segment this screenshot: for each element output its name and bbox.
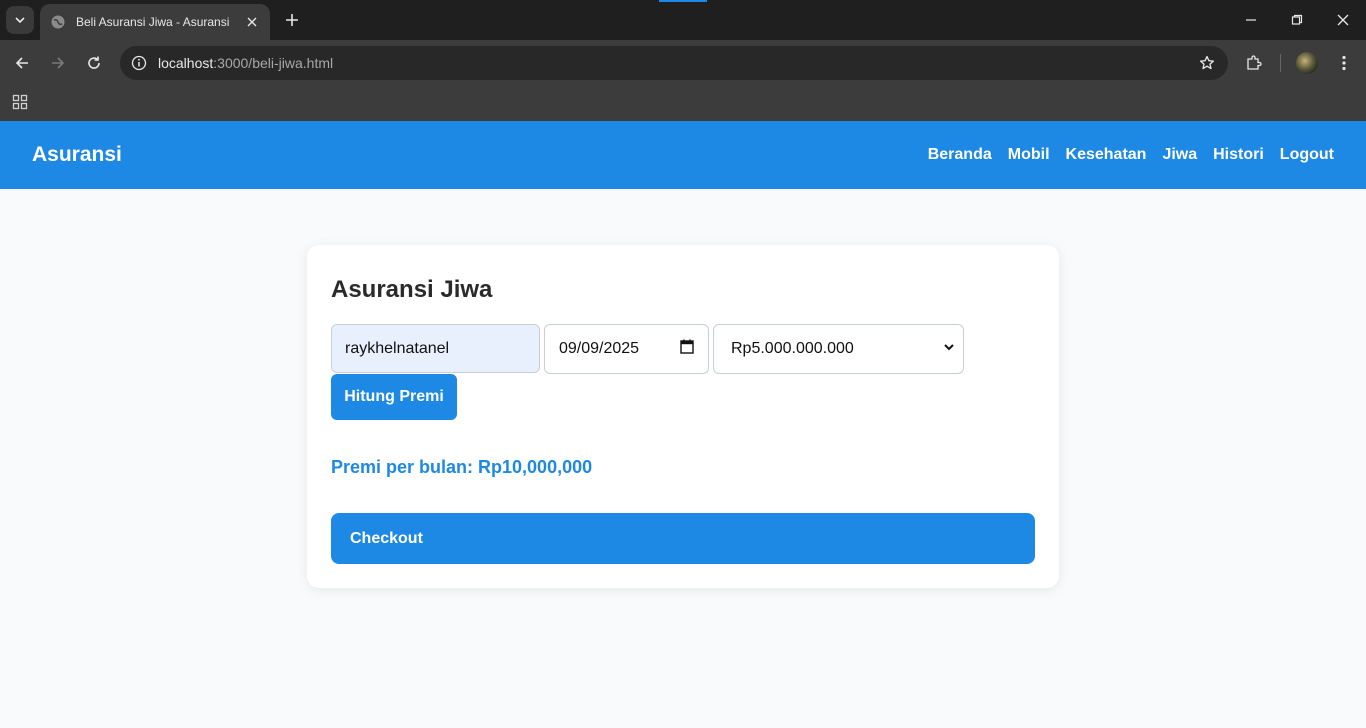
close-icon[interactable] xyxy=(244,14,260,30)
brand-logo[interactable]: Asuransi xyxy=(32,143,122,167)
reload-button[interactable] xyxy=(80,49,108,77)
url-path: :3000/beli-jiwa.html xyxy=(213,55,334,71)
insurance-form-card: Asuransi Jiwa raykhelnatanel 09/09/2025 … xyxy=(307,245,1059,588)
chevron-down-icon xyxy=(943,340,955,358)
bookmarks-bar xyxy=(0,86,1366,121)
nav-link-jiwa[interactable]: Jiwa xyxy=(1162,146,1197,164)
site-navbar: Asuransi Beranda Mobil Kesehatan Jiwa Hi… xyxy=(0,121,1366,189)
menu-button[interactable] xyxy=(1330,49,1358,77)
site-info-icon[interactable] xyxy=(130,54,148,72)
browser-tab[interactable]: Beli Asuransi Jiwa - Asuransi xyxy=(40,4,270,40)
coverage-select[interactable]: Rp5.000.000.000 xyxy=(713,324,964,374)
nav-link-beranda[interactable]: Beranda xyxy=(928,146,992,164)
page-title: Asuransi Jiwa xyxy=(331,276,493,303)
kebab-menu-icon xyxy=(1342,55,1346,71)
profile-button[interactable] xyxy=(1293,49,1321,77)
puzzle-icon xyxy=(1247,55,1262,70)
minimize-icon xyxy=(1246,19,1256,21)
browser-toolbar: localhost:3000/beli-jiwa.html xyxy=(0,40,1366,86)
browser-tab-bar: Beli Asuransi Jiwa - Asuransi xyxy=(0,0,1366,40)
premium-result: Premi per bulan: Rp10,000,000 xyxy=(331,457,593,477)
avatar xyxy=(1296,52,1318,74)
apps-grid-icon[interactable] xyxy=(10,92,30,112)
nav-link-mobil[interactable]: Mobil xyxy=(1008,146,1050,164)
new-tab-button[interactable] xyxy=(280,8,304,32)
toolbar-divider xyxy=(1280,54,1281,72)
window-controls xyxy=(1228,0,1366,40)
globe-icon xyxy=(50,14,66,30)
plus-icon xyxy=(286,14,298,26)
nav-link-logout[interactable]: Logout xyxy=(1280,146,1334,164)
back-button[interactable] xyxy=(8,49,36,77)
birthdate-input[interactable]: 09/09/2025 xyxy=(544,324,709,374)
bookmark-star-icon[interactable] xyxy=(1198,54,1216,72)
extensions-button[interactable] xyxy=(1240,49,1268,77)
checkout-button[interactable]: Checkout xyxy=(331,513,1035,564)
tab-title: Beli Asuransi Jiwa - Asuransi xyxy=(76,15,230,29)
coverage-select-value: Rp5.000.000.000 xyxy=(731,340,854,357)
nav-link-kesehatan[interactable]: Kesehatan xyxy=(1066,146,1147,164)
close-window-button[interactable] xyxy=(1320,0,1366,40)
arrow-right-icon xyxy=(52,57,65,69)
nav-links: Beranda Mobil Kesehatan Jiwa Histori Log… xyxy=(928,146,1334,164)
reload-icon xyxy=(88,56,100,69)
nav-link-histori[interactable]: Histori xyxy=(1213,146,1264,164)
tab-accent-line xyxy=(659,0,707,2)
calendar-icon[interactable] xyxy=(680,339,694,359)
restore-button[interactable] xyxy=(1274,0,1320,40)
restore-icon xyxy=(1291,14,1303,25)
address-bar[interactable]: localhost:3000/beli-jiwa.html xyxy=(120,46,1228,80)
calculate-premium-button[interactable]: Hitung Premi xyxy=(331,374,457,420)
url-host: localhost xyxy=(158,55,214,71)
arrow-left-icon xyxy=(15,57,28,69)
minimize-button[interactable] xyxy=(1228,0,1274,40)
name-input[interactable]: raykhelnatanel xyxy=(331,324,540,373)
forward-button[interactable] xyxy=(44,49,72,77)
close-icon xyxy=(1337,14,1349,26)
tab-search-button[interactable] xyxy=(6,6,34,34)
name-input-value: raykhelnatanel xyxy=(345,339,450,357)
chevron-down-icon xyxy=(15,17,25,24)
birthdate-input-value: 09/09/2025 xyxy=(559,340,640,357)
